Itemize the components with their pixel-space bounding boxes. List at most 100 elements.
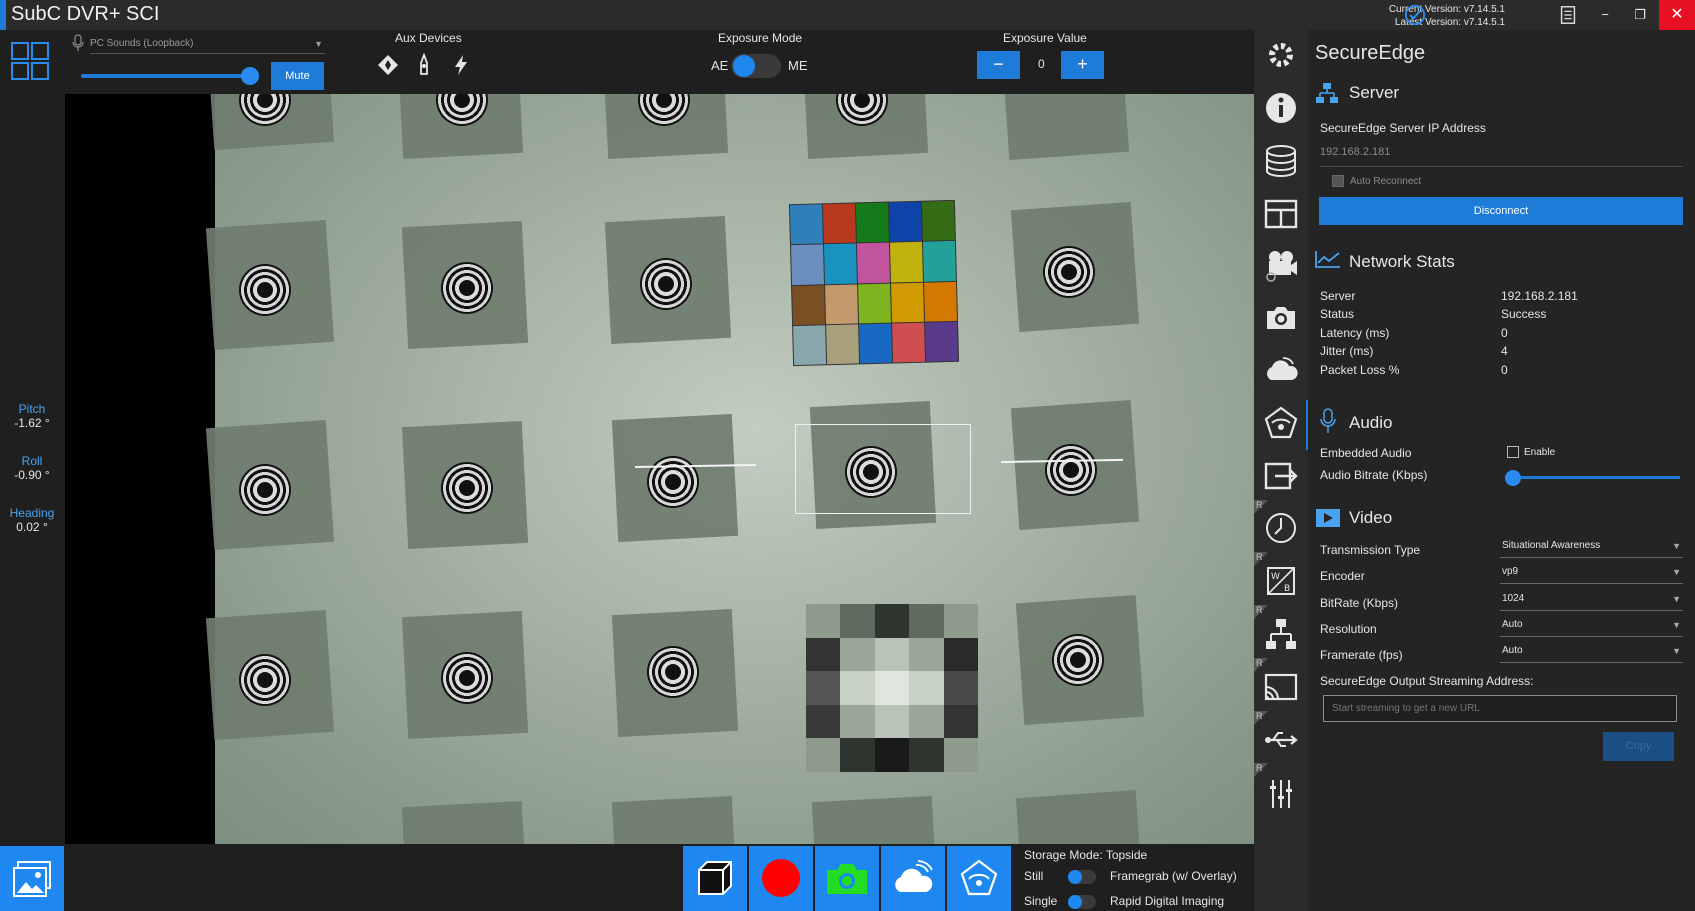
disconnect-button[interactable]: Disconnect bbox=[1319, 197, 1683, 225]
dropdown-value: Auto bbox=[1502, 619, 1523, 630]
info-icon[interactable] bbox=[1263, 90, 1299, 126]
calibration-target bbox=[239, 654, 291, 706]
laser-icon[interactable] bbox=[412, 53, 436, 77]
stat-label: Server bbox=[1320, 289, 1356, 303]
volume-slider-track[interactable] bbox=[81, 74, 253, 78]
cloud-stream-button[interactable] bbox=[881, 846, 945, 911]
cube-icon bbox=[698, 861, 732, 895]
chevron-down-icon: ▼ bbox=[1672, 646, 1681, 656]
framegrab-toggle[interactable] bbox=[1068, 870, 1096, 884]
audio-device-value: PC Sounds (Loopback) bbox=[90, 38, 194, 49]
camera-view[interactable] bbox=[65, 94, 1254, 844]
sliders-icon[interactable] bbox=[1263, 776, 1299, 812]
bitrate-dropdown[interactable]: 1024 ▼ bbox=[1500, 589, 1683, 611]
ip-underline bbox=[1320, 166, 1683, 167]
calibration-tile bbox=[1015, 789, 1145, 844]
secureedge-icon bbox=[960, 859, 998, 896]
mute-button[interactable]: Mute bbox=[271, 62, 324, 90]
dropdown-value: Auto bbox=[1502, 645, 1523, 656]
pitch-readout: Pitch -1.62 ° bbox=[6, 402, 58, 430]
cloud-stream-icon[interactable] bbox=[1263, 352, 1299, 388]
stat-label: Packet Loss % bbox=[1320, 363, 1400, 377]
notes-icon[interactable] bbox=[1556, 4, 1580, 26]
audio-bitrate-slider-thumb[interactable] bbox=[1505, 470, 1521, 486]
restricted-flag: R bbox=[1256, 552, 1263, 562]
focus-frame bbox=[795, 424, 971, 514]
stat-value: 4 bbox=[1501, 344, 1508, 358]
minimize-button[interactable]: − bbox=[1587, 0, 1623, 30]
ip-value[interactable]: 192.168.2.181 bbox=[1320, 146, 1390, 158]
record-icon bbox=[762, 859, 800, 897]
rdi-label: Rapid Digital Imaging bbox=[1110, 894, 1225, 908]
resolution-dropdown[interactable]: Auto ▼ bbox=[1500, 615, 1683, 637]
framerate-dropdown[interactable]: Auto ▼ bbox=[1500, 641, 1683, 663]
gallery-button[interactable] bbox=[0, 846, 64, 911]
framegrab-label: Framegrab (w/ Overlay) bbox=[1110, 869, 1237, 883]
cast-icon[interactable] bbox=[1263, 669, 1299, 705]
encoder-dropdown[interactable]: vp9 ▼ bbox=[1500, 562, 1683, 584]
title-bar: SubC DVR+ SCI Current Version: v7.14.5.1… bbox=[0, 0, 1695, 30]
pitch-label: Pitch bbox=[18, 402, 46, 416]
exposure-value: 0 bbox=[1038, 57, 1045, 71]
auto-reconnect-checkbox[interactable] bbox=[1332, 175, 1344, 187]
clock-icon[interactable] bbox=[1263, 510, 1299, 546]
output-url-input[interactable] bbox=[1323, 695, 1677, 722]
check-circle-icon[interactable] bbox=[1403, 4, 1427, 26]
pitch-value: -1.62 ° bbox=[14, 416, 50, 430]
stat-value: 192.168.2.181 bbox=[1501, 289, 1578, 303]
server-heading: Server bbox=[1349, 83, 1400, 102]
audio-device-dropdown[interactable]: PC Sounds (Loopback) ▼ bbox=[90, 34, 325, 54]
network-stats-heading: Network Stats bbox=[1349, 252, 1455, 271]
calibration-tile bbox=[401, 800, 529, 844]
restricted-flag: R bbox=[1256, 500, 1263, 510]
3d-view-button[interactable] bbox=[683, 846, 747, 911]
image-gallery-icon bbox=[13, 861, 51, 897]
toggle-knob bbox=[733, 55, 755, 77]
color-checker-chart bbox=[788, 199, 960, 367]
database-icon[interactable] bbox=[1263, 143, 1299, 179]
restore-button[interactable]: ❐ bbox=[1622, 0, 1658, 30]
roll-value: -0.90 ° bbox=[14, 468, 50, 482]
restricted-flag: R bbox=[1256, 605, 1263, 615]
gear-icon[interactable] bbox=[1263, 37, 1299, 73]
video-settings-icon[interactable] bbox=[1263, 247, 1299, 283]
app-window: SubC DVR+ SCI Current Version: v7.14.5.1… bbox=[0, 0, 1695, 911]
stat-value: 0 bbox=[1501, 363, 1508, 377]
record-button[interactable] bbox=[749, 846, 813, 911]
toggle-knob bbox=[1068, 895, 1082, 909]
ae-label: AE bbox=[711, 58, 729, 73]
exposure-minus-button[interactable]: − bbox=[977, 51, 1020, 79]
rdi-toggle[interactable] bbox=[1068, 895, 1096, 909]
video-setting-label: Transmission Type bbox=[1320, 543, 1421, 557]
exposure-mode-toggle[interactable] bbox=[731, 54, 781, 78]
white-balance-icon[interactable]: W B bbox=[1263, 563, 1299, 599]
enable-audio-checkbox[interactable] bbox=[1507, 446, 1519, 458]
secureedge-button[interactable] bbox=[947, 846, 1011, 911]
transmission-type-dropdown[interactable]: Situational Awareness ▼ bbox=[1500, 536, 1683, 558]
flash-icon[interactable] bbox=[449, 53, 473, 77]
volume-slider-thumb[interactable] bbox=[241, 67, 259, 85]
export-icon[interactable] bbox=[1263, 458, 1299, 494]
layout-grid-icon[interactable] bbox=[11, 42, 49, 80]
usb-icon[interactable] bbox=[1263, 722, 1299, 758]
embedded-audio-label: Embedded Audio bbox=[1320, 446, 1412, 460]
camera-icon[interactable] bbox=[1263, 300, 1299, 336]
video-setting-label: Encoder bbox=[1320, 569, 1365, 583]
calibration-target bbox=[441, 462, 493, 514]
network-icon[interactable] bbox=[1263, 616, 1299, 652]
snapshot-button[interactable] bbox=[815, 846, 879, 911]
audio-bitrate-slider-track[interactable] bbox=[1512, 476, 1680, 479]
title-accent bbox=[0, 0, 6, 30]
copy-button[interactable]: Copy bbox=[1603, 732, 1674, 761]
close-button[interactable]: ✕ bbox=[1659, 0, 1695, 30]
calibration-target bbox=[239, 464, 291, 516]
direction-diamond-icon[interactable] bbox=[376, 53, 400, 77]
exposure-plus-button[interactable]: + bbox=[1061, 51, 1104, 79]
calibration-target bbox=[441, 652, 493, 704]
video-setting-label: Framerate (fps) bbox=[1320, 648, 1403, 662]
secureedge-icon[interactable] bbox=[1263, 405, 1299, 441]
layout-panel-icon[interactable] bbox=[1263, 196, 1299, 232]
restricted-flag: R bbox=[1256, 763, 1263, 773]
stat-value: Success bbox=[1501, 307, 1547, 321]
video-setting-label: BitRate (Kbps) bbox=[1320, 596, 1399, 610]
